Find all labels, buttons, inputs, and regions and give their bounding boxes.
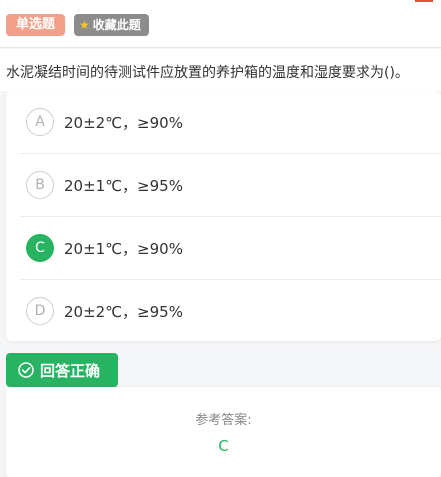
star-icon: ★ [79, 18, 90, 32]
option-letter: B [26, 171, 54, 199]
reference-answer-value: C [218, 437, 229, 455]
question-stem: 水泥凝结时间的待测试件应放置的养护箱的温度和湿度要求为()。 [0, 49, 441, 91]
reference-answer-label: 参考答案: [195, 413, 252, 428]
option-c[interactable]: C 20±1℃，≥90% [6, 217, 441, 279]
option-d[interactable]: D 20±2℃，≥95% [6, 280, 441, 342]
option-letter: A [26, 108, 54, 136]
options-list: A 20±2℃，≥90% B 20±1℃，≥95% C 20±1℃，≥90% D… [6, 91, 441, 341]
top-indicator [415, 0, 433, 2]
option-b[interactable]: B 20±1℃，≥95% [6, 154, 441, 216]
option-a[interactable]: A 20±2℃，≥90% [6, 91, 441, 153]
option-text: 20±1℃，≥95% [64, 176, 183, 195]
answer-correct-button[interactable]: 回答正确 [6, 353, 118, 387]
question-header: 单选题 ★ 收藏此题 [0, 0, 441, 48]
check-circle-icon [18, 362, 34, 378]
option-text: 20±2℃，≥95% [64, 302, 183, 321]
option-text: 20±2℃，≥90% [64, 113, 183, 132]
option-text: 20±1℃，≥90% [64, 239, 183, 258]
option-letter-selected: C [26, 234, 54, 262]
question-text: 水泥凝结时间的待测试件应放置的养护箱的温度和湿度要求为()。 [6, 65, 409, 81]
favorite-label: 收藏此题 [92, 18, 141, 32]
reference-answer-panel: 参考答案: C [6, 387, 441, 477]
option-letter: D [26, 297, 54, 325]
question-type-badge: 单选题 [6, 14, 66, 36]
result-label: 回答正确 [40, 361, 101, 380]
question-page: 单选题 ★ 收藏此题 水泥凝结时间的待测试件应放置的养护箱的温度和湿度要求为()… [0, 0, 441, 477]
favorite-button[interactable]: ★ 收藏此题 [74, 14, 149, 36]
